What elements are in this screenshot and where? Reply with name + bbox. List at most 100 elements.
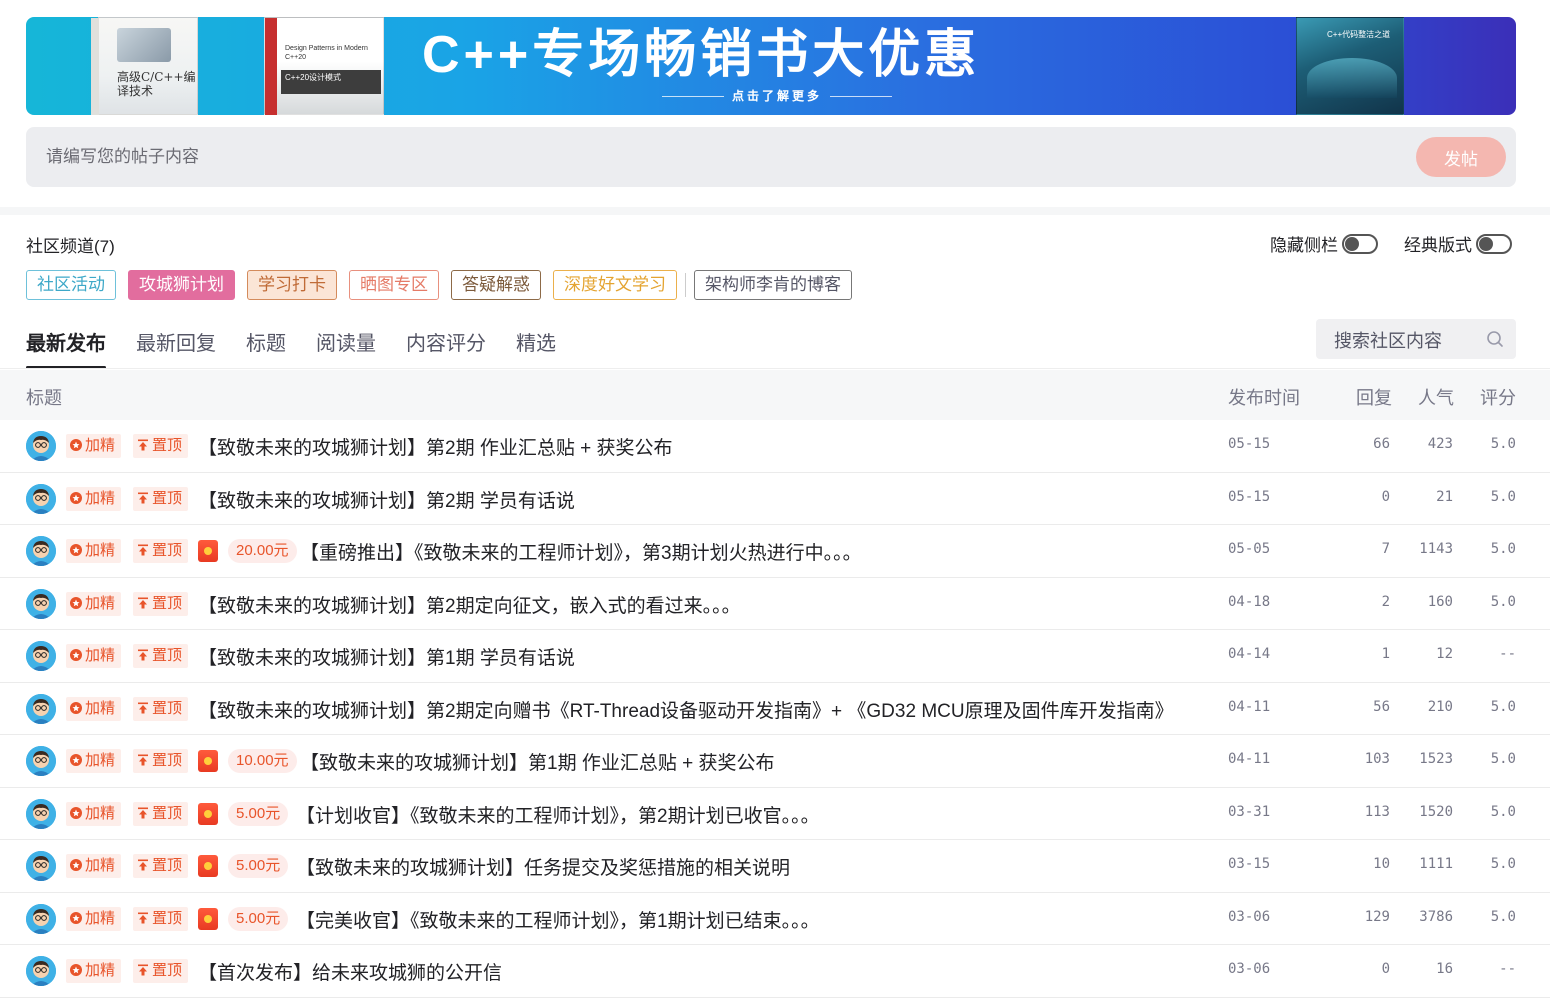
avatar-image [26,903,56,934]
rating-score: 5.0 [1490,751,1516,767]
avatar-image [26,798,56,829]
header-date[interactable]: 发布时间 [1228,384,1300,410]
header-score[interactable]: 评分 [1480,384,1516,410]
community-search-input[interactable]: 搜索社区内容 [1316,319,1516,359]
tab-views[interactable]: 阅读量 [316,327,376,369]
table-row[interactable]: 加精 置顶 5.00元 【完美收官】《致敬未来的工程师计划》，第1期计划已结束。… [0,893,1550,945]
avatar-image [26,483,56,514]
avatar[interactable] [26,588,56,619]
promo-banner[interactable]: 高级C/C++编译技术 Design Patterns in Modern C+… [26,17,1516,115]
table-row[interactable]: 加精 置顶 20.00元 【重磅推出】《致敬未来的工程师计划》，第3期计划火热进… [0,525,1550,578]
featured-icon [70,596,82,609]
red-packet-icon [198,907,218,930]
tag-architect-blog[interactable]: 架构师李肯的博客 [694,270,852,300]
avatar[interactable] [26,798,56,829]
avatar-image [26,536,56,566]
post-title-link[interactable]: 【致敬未来的攻城狮计划】第2期定向赠书《RT-Thread设备驱动开发指南》+ … [198,696,1174,723]
search-icon[interactable] [1486,330,1504,348]
tab-latest-posts[interactable]: 最新发布 [26,327,106,369]
classic-layout-toggle[interactable]: 经典版式 [1404,231,1512,256]
classic-layout-switch[interactable] [1476,233,1512,254]
avatar[interactable] [26,746,56,776]
reward-amount: 5.00元 [228,854,289,878]
featured-icon [70,806,82,819]
post-title-link[interactable]: 【致敬未来的攻城狮计划】任务提交及奖惩措施的相关说明 [296,853,790,880]
post-title-link[interactable]: 【计划收官】《致敬未来的工程师计划》，第2期计划已收官。。。 [296,801,820,828]
table-row[interactable]: 加精 置顶 【致敬未来的攻城狮计划】第2期定向征文，嵌入式的看过来。。。 04-… [0,578,1550,630]
avatar[interactable] [26,431,56,461]
tag-community-activity[interactable]: 社区活动 [26,270,116,300]
reward-amount: 20.00元 [228,539,297,563]
layout-toggles: 隐藏侧栏 经典版式 [1270,231,1512,256]
post-title-link[interactable]: 【致敬未来的攻城狮计划】第1期 作业汇总贴 + 获奖公布 [300,748,775,775]
avatar[interactable] [26,903,56,934]
pinned-badge: 置顶 [133,591,189,616]
table-row[interactable]: 加精 置顶 【致敬未来的攻城狮计划】第2期 学员有话说 05-15 0 21 5… [0,473,1550,525]
hide-sidebar-switch[interactable] [1342,233,1378,254]
avatar[interactable] [26,851,56,881]
publish-post-button[interactable]: 发帖 [1416,137,1506,177]
header-popularity[interactable]: 人气 [1418,384,1454,410]
avatar[interactable] [26,641,56,671]
tag-study-checkin[interactable]: 学习打卡 [247,270,337,300]
banner-subtitle[interactable]: 点击了解更多 [654,87,900,104]
tab-featured[interactable]: 精选 [516,327,556,369]
pin-top-icon [138,754,148,766]
hide-sidebar-toggle[interactable]: 隐藏侧栏 [1270,231,1378,256]
pin-top-icon [138,649,148,661]
tab-latest-replies[interactable]: 最新回复 [136,327,216,369]
red-packet-icon [198,855,218,877]
post-content-input[interactable] [46,145,1386,169]
table-row[interactable]: 加精 置顶 5.00元 【计划收官】《致敬未来的工程师计划》，第2期计划已收官。… [0,788,1550,840]
post-title-link[interactable]: 【致敬未来的攻城狮计划】第1期 学员有话说 [198,643,575,670]
table-row[interactable]: 加精 置顶 10.00元 【致敬未来的攻城狮计划】第1期 作业汇总贴 + 获奖公… [0,735,1550,788]
pinned-badge: 置顶 [133,486,189,511]
pinned-badge: 置顶 [133,959,189,983]
reply-count: 103 [1364,751,1390,767]
avatar[interactable] [26,483,56,514]
pinned-badge: 置顶 [133,749,189,773]
post-title-link[interactable]: 【致敬未来的攻城狮计划】第2期 学员有话说 [198,486,575,513]
tag-deep-articles[interactable]: 深度好文学习 [553,270,677,300]
avatar[interactable] [26,956,56,986]
pin-top-icon [138,597,148,608]
table-row[interactable]: 加精 置顶 【致敬未来的攻城狮计划】第2期定向赠书《RT-Thread设备驱动开… [0,683,1550,735]
table-row[interactable]: 加精 置顶 5.00元 【致敬未来的攻城狮计划】任务提交及奖惩措施的相关说明 0… [0,840,1550,893]
avatar-image [26,693,56,724]
table-row[interactable]: 加精 置顶 【首次发布】给未来攻城狮的公开信 03-06 0 16 -- [0,945,1550,998]
featured-icon [70,439,82,451]
header-title[interactable]: 标题 [26,384,62,410]
tab-content-rating[interactable]: 内容评分 [406,327,486,369]
table-row[interactable]: 加精 置顶 【致敬未来的攻城狮计划】第2期 作业汇总贴 + 获奖公布 05-15… [0,420,1550,473]
avatar[interactable] [26,536,56,566]
post-title-link[interactable]: 【致敬未来的攻城狮计划】第2期 作业汇总贴 + 获奖公布 [198,433,673,460]
table-row[interactable]: 加精 置顶 【致敬未来的攻城狮计划】第1期 学员有话说 04-14 1 12 -… [0,630,1550,683]
community-list-card: 社区频道(7) 隐藏侧栏 经典版式 社区活动 攻城狮计划 学习打卡 晒图专区 答… [0,215,1550,1003]
tag-photo-zone[interactable]: 晒图专区 [349,270,439,300]
popularity-count: 21 [1436,488,1453,505]
featured-badge: 加精 [66,749,122,773]
avatar-image [26,588,56,619]
post-title-link[interactable]: 【完美收官】《致敬未来的工程师计划》，第1期计划已结束。。。 [296,906,820,933]
tag-qa[interactable]: 答疑解惑 [451,270,541,300]
reply-count: 1 [1381,646,1390,662]
red-packet-icon [198,540,218,562]
post-list: 加精 置顶 【致敬未来的攻城狮计划】第2期 作业汇总贴 + 获奖公布 05-15… [0,420,1550,998]
post-title-link[interactable]: 【重磅推出】《致敬未来的工程师计划》，第3期计划火热进行中。。。 [300,538,862,565]
top-card: 高级C/C++编译技术 Design Patterns in Modern C+… [0,0,1550,207]
pin-top-icon [138,807,148,818]
pinned-badge: 置顶 [133,644,189,668]
avatar[interactable] [26,693,56,724]
featured-icon [70,859,82,871]
rating-score: 5.0 [1490,541,1516,557]
red-packet-icon [198,802,218,825]
tag-engineer-plan[interactable]: 攻城狮计划 [128,270,235,300]
pinned-badge: 置顶 [133,906,189,931]
post-title-link[interactable]: 【致敬未来的攻城狮计划】第2期定向征文，嵌入式的看过来。。。 [198,591,741,618]
post-date: 05-15 [1228,436,1271,452]
header-reply[interactable]: 回复 [1356,384,1392,410]
tab-title[interactable]: 标题 [246,327,286,369]
featured-icon [70,911,82,924]
post-title-link[interactable]: 【首次发布】给未来攻城狮的公开信 [198,958,502,985]
reward-amount: 10.00元 [228,749,297,773]
